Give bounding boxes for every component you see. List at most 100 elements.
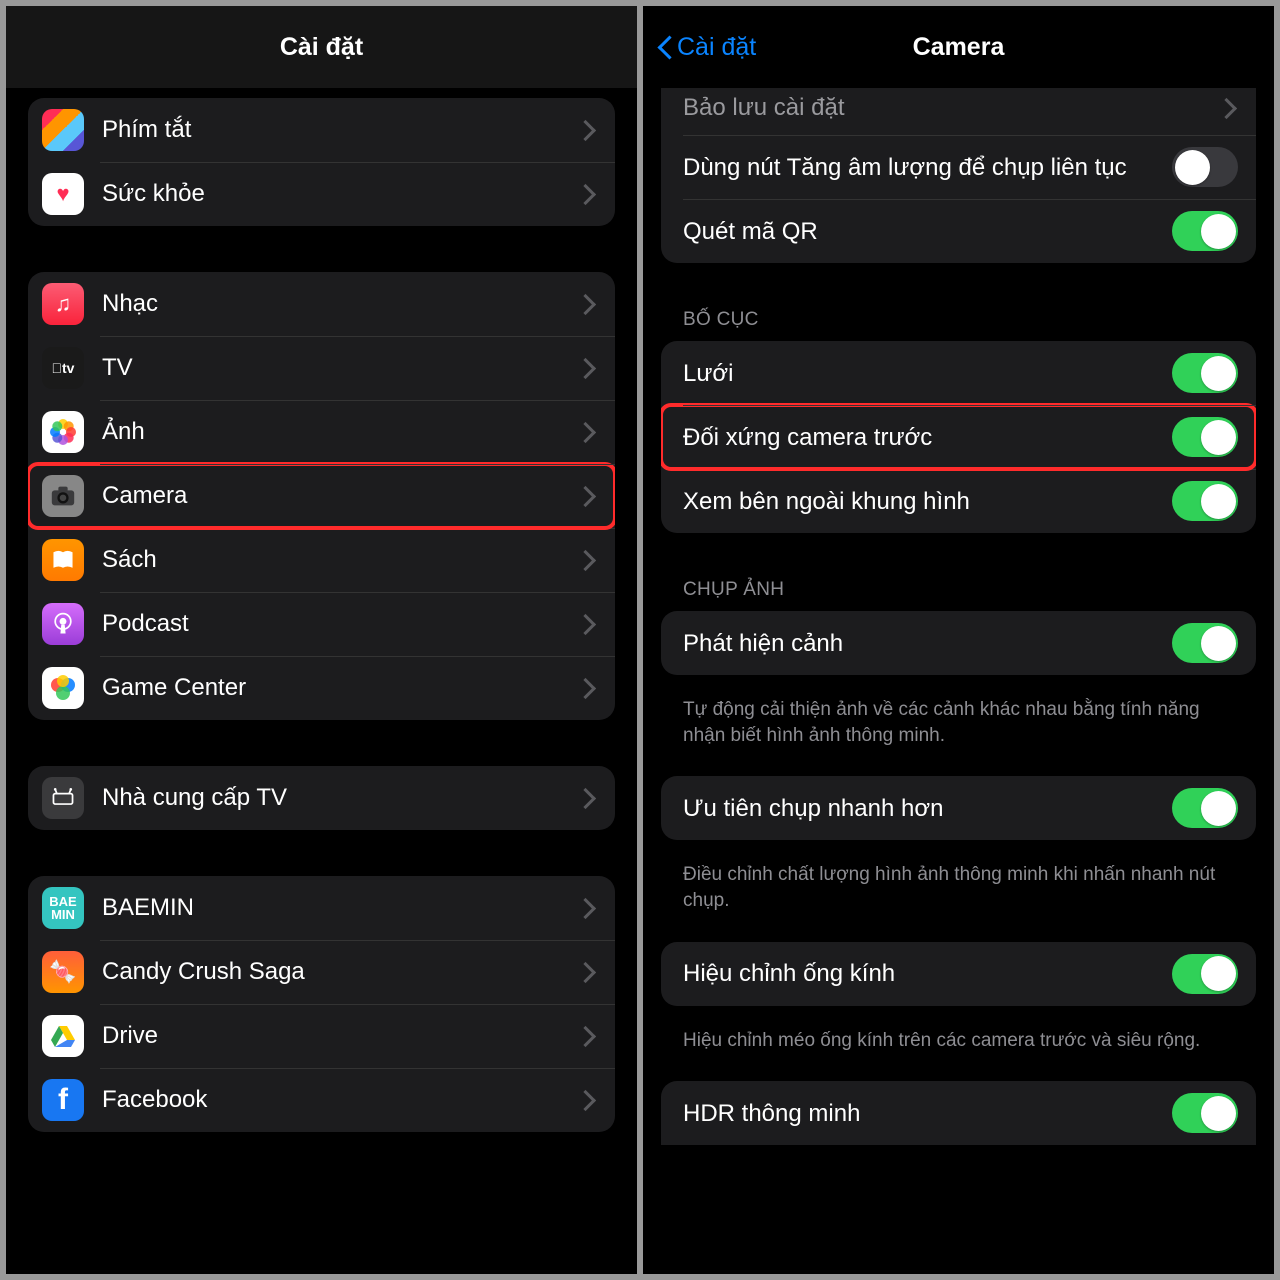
row-label: Phím tắt	[102, 101, 577, 159]
toggle-outside-frame[interactable]	[1172, 481, 1238, 521]
row-scan-qr[interactable]: Quét mã QR	[661, 199, 1256, 263]
navbar: Cài đặt	[6, 6, 637, 88]
settings-screen: Cài đặt Phím tắt ♥ Sức khỏe ♫ Nhạc tv	[6, 6, 637, 1274]
candy-icon: 🍬	[42, 951, 84, 993]
row-label: Ưu tiên chụp nhanh hơn	[683, 793, 1160, 824]
row-lens-correction[interactable]: Hiệu chỉnh ống kính	[661, 942, 1256, 1006]
row-mirror-front-camera[interactable]: Đối xứng camera trước	[661, 405, 1256, 469]
row-label: Sức khỏe	[102, 165, 577, 223]
photos-icon	[42, 411, 84, 453]
row-label: Ảnh	[102, 403, 577, 461]
back-button[interactable]: Cài đặt	[657, 33, 756, 62]
toggle-scene-detection[interactable]	[1172, 623, 1238, 663]
row-label: Camera	[102, 467, 577, 525]
row-volume-burst[interactable]: Dùng nút Tăng âm lượng để chụp liên tục	[661, 135, 1256, 199]
camera-group-lens: Hiệu chỉnh ống kính	[661, 942, 1256, 1006]
toggle-grid[interactable]	[1172, 353, 1238, 393]
chevron-right-icon	[585, 788, 597, 808]
navbar: Cài đặt Camera	[643, 6, 1274, 88]
row-label: Dùng nút Tăng âm lượng để chụp liên tục	[683, 152, 1160, 183]
row-smart-hdr[interactable]: HDR thông minh	[661, 1081, 1256, 1145]
chevron-right-icon	[585, 550, 597, 570]
row-label: Game Center	[102, 659, 577, 717]
row-drive[interactable]: Drive	[28, 1004, 615, 1068]
row-label: Podcast	[102, 595, 577, 653]
row-baemin[interactable]: BAEMIN BAEMIN	[28, 876, 615, 940]
row-photos[interactable]: Ảnh	[28, 400, 615, 464]
tv-icon: tv	[42, 347, 84, 389]
row-gamecenter[interactable]: Game Center	[28, 656, 615, 720]
gamecenter-icon	[42, 667, 84, 709]
chevron-right-icon	[585, 486, 597, 506]
toggle-lens-correction[interactable]	[1172, 954, 1238, 994]
chevron-right-icon	[585, 422, 597, 442]
camera-group-hdr: HDR thông minh	[661, 1081, 1256, 1145]
settings-group-0: Phím tắt ♥ Sức khỏe	[28, 98, 615, 226]
row-scene-detection[interactable]: Phát hiện cảnh	[661, 611, 1256, 675]
row-label: TV	[102, 339, 577, 397]
row-tvprovider[interactable]: Nhà cung cấp TV	[28, 766, 615, 830]
chevron-right-icon	[585, 1026, 597, 1046]
toggle-mirror-front[interactable]	[1172, 417, 1238, 457]
baemin-icon: BAEMIN	[42, 887, 84, 929]
chevron-right-icon	[585, 962, 597, 982]
row-books[interactable]: Sách	[28, 528, 615, 592]
row-label: Drive	[102, 1007, 577, 1065]
chevron-right-icon	[585, 184, 597, 204]
camera-group-faster: Ưu tiên chụp nhanh hơn	[661, 776, 1256, 840]
row-candy[interactable]: 🍬 Candy Crush Saga	[28, 940, 615, 1004]
chevron-right-icon	[585, 120, 597, 140]
row-facebook[interactable]: f Facebook	[28, 1068, 615, 1132]
section-footer: Tự động cải thiện ảnh về các cảnh khác n…	[661, 687, 1256, 748]
camera-icon	[42, 475, 84, 517]
chevron-right-icon	[585, 614, 597, 634]
row-label: Nhà cung cấp TV	[102, 769, 577, 827]
toggle-faster-shooting[interactable]	[1172, 788, 1238, 828]
row-camera[interactable]: Camera	[28, 464, 615, 528]
music-icon: ♫	[42, 283, 84, 325]
shortcuts-icon	[42, 109, 84, 151]
camera-content: Bảo lưu cài đặt Dùng nút Tăng âm lượng đ…	[643, 88, 1274, 1274]
drive-icon	[42, 1015, 84, 1057]
row-label: Sách	[102, 531, 577, 589]
camera-group-top: Bảo lưu cài đặt Dùng nút Tăng âm lượng đ…	[661, 88, 1256, 263]
camera-settings-screen: Cài đặt Camera Bảo lưu cài đặt Dùng nút …	[643, 6, 1274, 1274]
settings-group-2: Nhà cung cấp TV	[28, 766, 615, 830]
chevron-right-icon	[585, 294, 597, 314]
page-title: Cài đặt	[280, 33, 363, 62]
chevron-right-icon	[585, 678, 597, 698]
row-health[interactable]: ♥ Sức khỏe	[28, 162, 615, 226]
page-title: Camera	[913, 33, 1005, 62]
row-tv[interactable]: tv TV	[28, 336, 615, 400]
podcast-icon	[42, 603, 84, 645]
row-prioritize-faster[interactable]: Ưu tiên chụp nhanh hơn	[661, 776, 1256, 840]
row-label: Đối xứng camera trước	[683, 422, 1160, 453]
row-shortcuts[interactable]: Phím tắt	[28, 98, 615, 162]
row-music[interactable]: ♫ Nhạc	[28, 272, 615, 336]
row-label: Lưới	[683, 358, 1160, 389]
section-header-composition: BỐ CỤC	[661, 275, 1256, 341]
row-label: Candy Crush Saga	[102, 943, 577, 1001]
books-icon	[42, 539, 84, 581]
toggle-scan-qr[interactable]	[1172, 211, 1238, 251]
settings-content: Phím tắt ♥ Sức khỏe ♫ Nhạc tv TV	[6, 88, 637, 1274]
chevron-left-icon	[657, 34, 673, 60]
section-footer: Điều chỉnh chất lượng hình ảnh thông min…	[661, 852, 1256, 913]
tvprovider-icon	[42, 777, 84, 819]
row-view-outside-frame[interactable]: Xem bên ngoài khung hình	[661, 469, 1256, 533]
row-label: Phát hiện cảnh	[683, 628, 1160, 659]
camera-group-scene: Phát hiện cảnh	[661, 611, 1256, 675]
toggle-volume-burst[interactable]	[1172, 147, 1238, 187]
row-podcast[interactable]: Podcast	[28, 592, 615, 656]
row-label: Nhạc	[102, 275, 577, 333]
chevron-right-icon	[585, 358, 597, 378]
chevron-right-icon	[585, 898, 597, 918]
settings-group-3: BAEMIN BAEMIN 🍬 Candy Crush Saga Drive f…	[28, 876, 615, 1132]
row-label: Xem bên ngoài khung hình	[683, 486, 1160, 517]
row-preserve-settings[interactable]: Bảo lưu cài đặt	[661, 88, 1256, 135]
row-label: Facebook	[102, 1071, 577, 1129]
row-grid[interactable]: Lưới	[661, 341, 1256, 405]
toggle-smart-hdr[interactable]	[1172, 1093, 1238, 1133]
row-label: Quét mã QR	[683, 216, 1160, 247]
row-label: Bảo lưu cài đặt	[683, 92, 1218, 123]
